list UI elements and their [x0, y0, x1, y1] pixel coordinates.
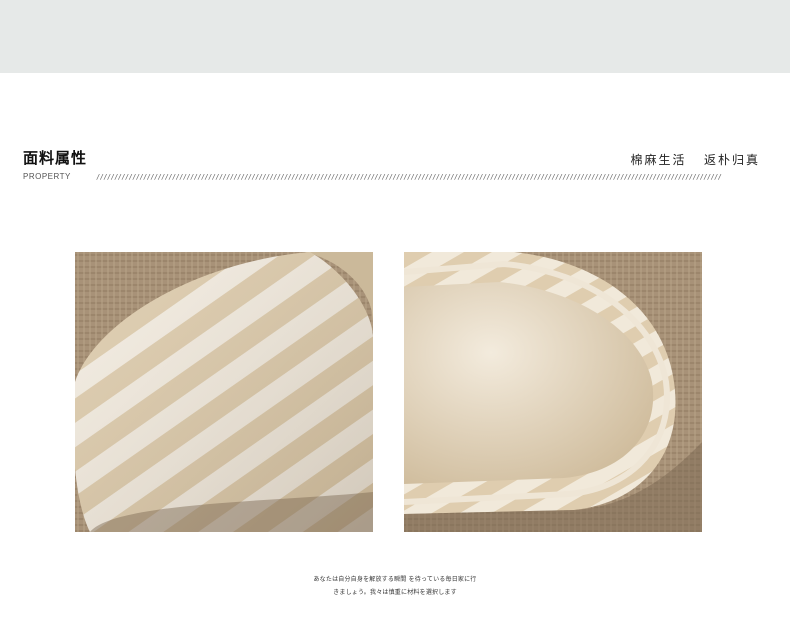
- slash-divider: ////////////////////////////////////////…: [96, 173, 722, 181]
- caption-line-2: きましょう。我々は慎重に材料を選択します: [333, 589, 457, 596]
- caption-line-1: あなたは自分自身を解放する瞬間 を待っている毎日家に行: [313, 576, 477, 583]
- slipper-insole-photo: [404, 252, 702, 532]
- section-subtitle: PROPERTY: [23, 172, 71, 181]
- top-banner: [0, 0, 790, 73]
- slipper-toe-photo: [75, 252, 373, 532]
- section-title: 面料属性: [23, 149, 88, 167]
- slogan: 棉麻生活 返朴归真: [630, 153, 760, 167]
